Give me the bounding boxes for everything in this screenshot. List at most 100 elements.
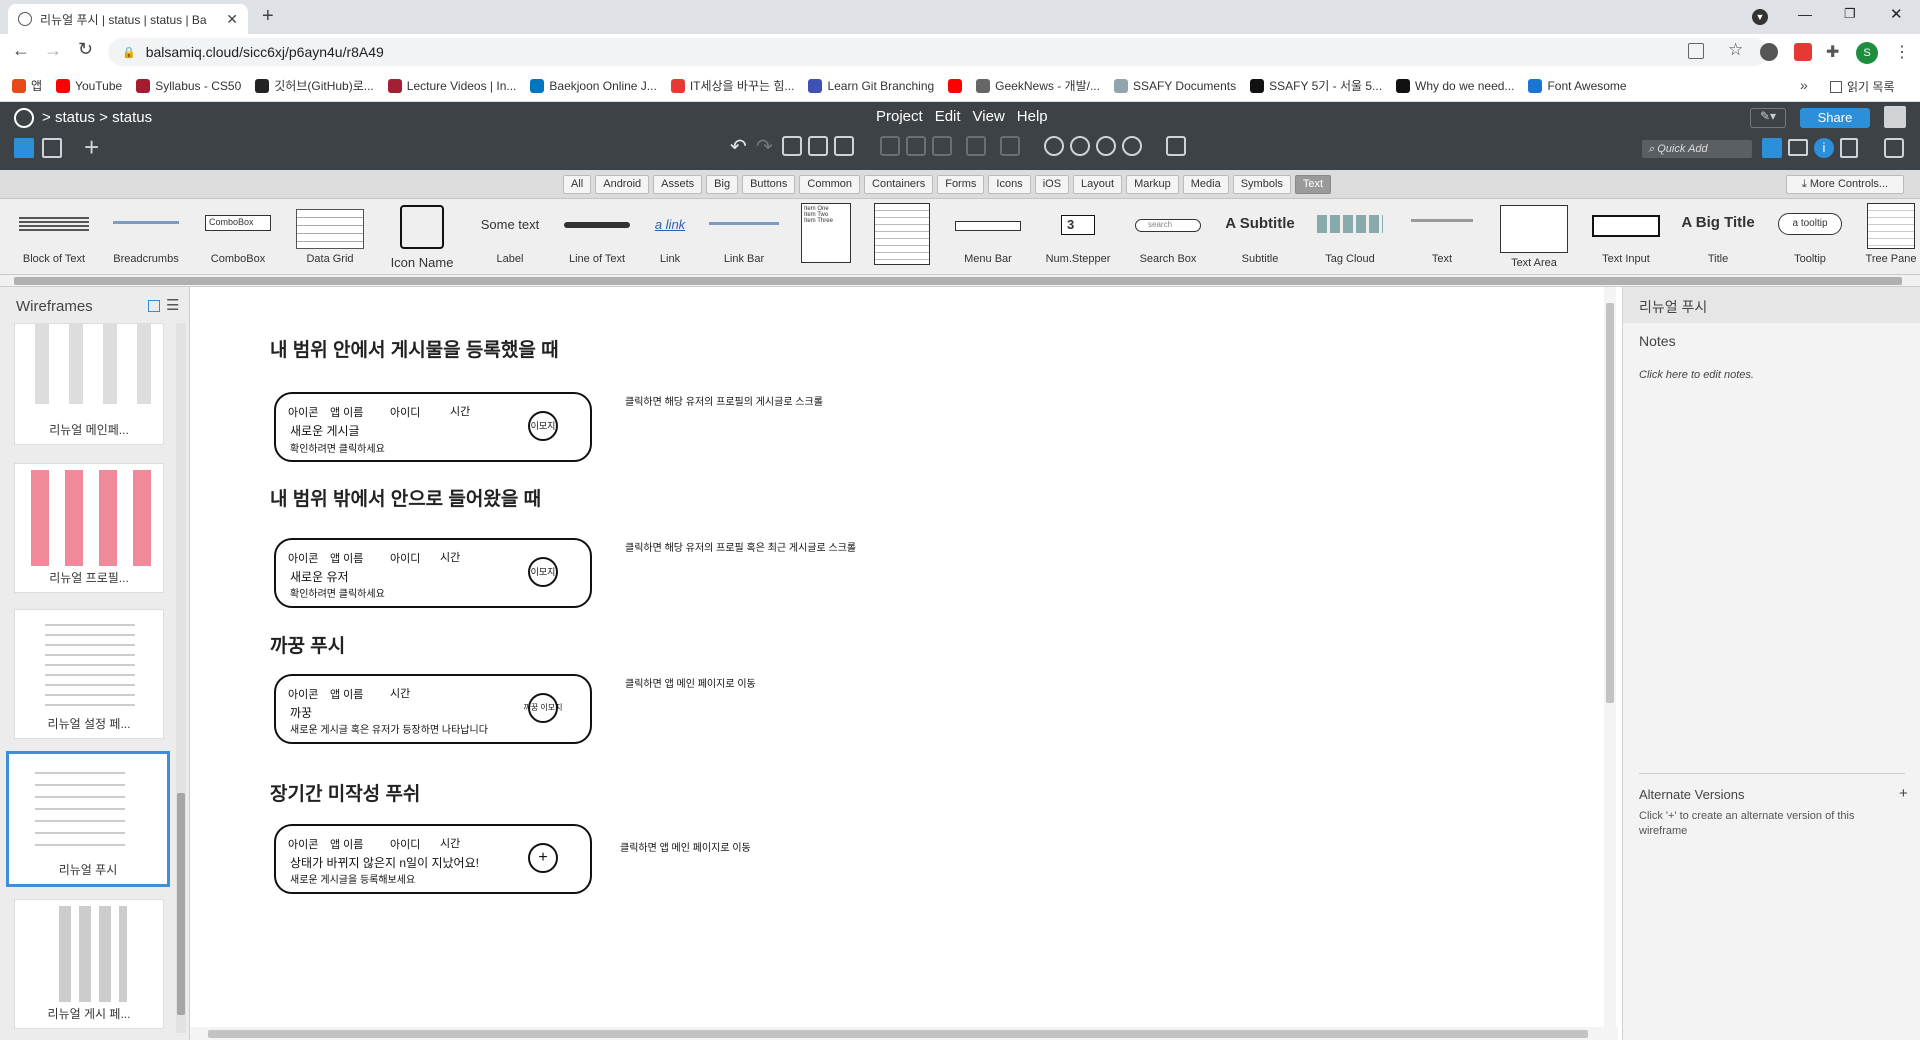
lib-search-box[interactable]: search Search Box	[1128, 199, 1208, 275]
quick-add-input[interactable]: ⌕ Quick Add	[1642, 140, 1752, 158]
grid-view-icon[interactable]	[42, 138, 62, 158]
wireframe-thumb-1[interactable]: 리뉴얼 메인페...	[14, 323, 164, 445]
bookmark-item[interactable]: 깃허브(GitHub)로...	[255, 77, 374, 94]
browser-tab[interactable]: 리뉴얼 푸시 | status | status | Ba ✕	[8, 4, 248, 34]
notes-icon[interactable]	[1840, 138, 1858, 158]
bookmark-item[interactable]: Font Awesome	[1528, 78, 1627, 93]
filter-containers[interactable]: Containers	[864, 175, 934, 194]
bookmark-item[interactable]: IT세상을 바꾸는 힘...	[670, 77, 794, 94]
delete-icon[interactable]	[1166, 136, 1186, 156]
bookmark-star-icon[interactable]: ☆	[1728, 40, 1743, 60]
menu-edit[interactable]: Edit	[935, 108, 961, 125]
filter-common[interactable]: Common	[799, 175, 861, 194]
panel-list-icon[interactable]: ☰	[166, 296, 179, 314]
panel-scroll-thumb[interactable]	[177, 793, 185, 1015]
filter-text[interactable]: Text	[1294, 175, 1332, 194]
bookmark-item[interactable]: Baekjoon Online J...	[530, 78, 657, 93]
lib-data-grid[interactable]: Data Grid	[290, 199, 370, 275]
group-icon[interactable]	[880, 136, 900, 156]
wireframe-thumb-4[interactable]: 리뉴얼 푸시	[6, 751, 170, 887]
bookmark-item[interactable]: GeekNews - 개발/...	[976, 77, 1100, 94]
push-notification-card[interactable]: 아이콘 앱 이름 아이디 시간 새로운 유저 확인하려면 클릭하세요 이모지	[274, 538, 592, 608]
canvas-vscroll-thumb[interactable]	[1606, 303, 1614, 703]
extension-globe-icon[interactable]	[1760, 43, 1778, 61]
filter-symbols[interactable]: Symbols	[1232, 175, 1291, 194]
share-button[interactable]: Share	[1800, 108, 1870, 128]
back-icon[interactable]: ←	[12, 40, 30, 61]
lib-combobox[interactable]: ComboBox ComboBox	[198, 199, 278, 275]
layout-icon[interactable]	[1762, 138, 1782, 158]
bookmark-item[interactable]: Learn Git Branching	[808, 78, 934, 93]
minimize-icon[interactable]: —	[1798, 6, 1812, 22]
address-bar[interactable]: 🔒 balsamiq.cloud/sicc6xj/p6ayn4u/r8A49 ☆	[108, 38, 1768, 66]
filter-markup[interactable]: Markup	[1126, 175, 1179, 194]
new-tab-icon[interactable]: +	[262, 5, 274, 28]
balsamiq-logo-icon[interactable]	[14, 108, 34, 128]
menu-project[interactable]: Project	[876, 108, 923, 125]
translate-icon[interactable]	[1688, 43, 1704, 59]
wireframe-thumb-3[interactable]: 리뉴얼 설정 페...	[14, 609, 164, 739]
push-notification-card[interactable]: 아이콘 앱 이름 아이디 시간 새로운 게시글 확인하려면 클릭하세요 이모지	[274, 392, 592, 462]
menu-view[interactable]: View	[973, 108, 1005, 125]
filter-buttons[interactable]: Buttons	[742, 175, 796, 194]
canvas[interactable]: 내 범위 안에서 게시물을 등록했을 때 아이콘 앱 이름 아이디 시간 새로운…	[190, 287, 1618, 1040]
wireframe-thumb-5[interactable]: 리뉴얼 게시 페...	[14, 899, 164, 1029]
filter-icons[interactable]: Icons	[988, 175, 1031, 194]
bookmark-item[interactable]: SSAFY 5기 - 서울 5...	[1250, 77, 1382, 94]
profile-dropdown-icon[interactable]: ▼	[1752, 9, 1768, 25]
clipboard-icon[interactable]	[834, 136, 854, 156]
lib-list[interactable]: Item One Item Two Item Three	[796, 199, 856, 275]
zoom-actual-icon[interactable]	[1096, 136, 1116, 156]
lib-menu-bar[interactable]: Menu Bar	[948, 199, 1028, 275]
wireframe-thumb-2[interactable]: 리뉴얼 프로필...	[14, 463, 164, 593]
comment-icon[interactable]	[1788, 139, 1808, 156]
filter-android[interactable]: Android	[595, 175, 650, 194]
filter-all[interactable]: All	[563, 175, 592, 194]
close-tab-icon[interactable]: ✕	[226, 11, 238, 28]
filter-layout[interactable]: Layout	[1073, 175, 1123, 194]
zoom-in-icon[interactable]	[1070, 136, 1090, 156]
reload-icon[interactable]: ↻	[78, 39, 93, 60]
breadcrumb-file[interactable]: status	[112, 109, 152, 126]
panel-scrollbar[interactable]	[176, 323, 186, 1033]
copy-icon[interactable]	[782, 136, 802, 156]
extension-badge-icon[interactable]	[1794, 43, 1812, 61]
avatar[interactable]: S	[1856, 42, 1878, 64]
reading-list[interactable]: 읽기 목록	[1830, 78, 1895, 95]
canvas-hscroll-thumb[interactable]	[208, 1030, 1588, 1038]
lib-line-of-text[interactable]: Line of Text	[557, 199, 637, 275]
lib-tooltip[interactable]: a tooltip Tooltip	[1770, 199, 1850, 275]
ungroup-icon[interactable]	[906, 136, 926, 156]
lib-subtitle[interactable]: A Subtitle Subtitle	[1218, 199, 1302, 275]
lib-icon-name[interactable]: Icon Name	[382, 199, 462, 275]
pen-dropdown[interactable]: ✎▾	[1750, 108, 1786, 128]
bookmark-item[interactable]: YouTube	[56, 78, 122, 93]
add-alternate-icon[interactable]: +	[1899, 785, 1908, 802]
canvas-vertical-scrollbar[interactable]	[1604, 287, 1616, 1027]
bring-front-icon[interactable]	[932, 136, 952, 156]
lib-link-bar[interactable]: Link Bar	[704, 199, 784, 275]
undo-icon[interactable]: ↶	[730, 134, 747, 159]
forward-icon[interactable]: →	[44, 40, 62, 61]
bookmarks-overflow-icon[interactable]: »	[1800, 77, 1808, 93]
library-scroll-thumb[interactable]	[14, 277, 1902, 285]
bookmark-item[interactable]: SSAFY Documents	[1113, 78, 1236, 93]
bookmark-item[interactable]: 앱	[12, 77, 42, 94]
breadcrumb-project[interactable]: status	[55, 109, 95, 126]
filter-ios[interactable]: iOS	[1034, 175, 1070, 194]
bookmark-item[interactable]: Syllabus - CS50	[136, 78, 241, 93]
lib-num-stepper[interactable]: 3 Num.Stepper	[1036, 199, 1120, 275]
extensions-puzzle-icon[interactable]: ✚	[1826, 42, 1839, 62]
push-notification-card[interactable]: 아이콘 앱 이름 시간 까꿍 새로운 게시글 혹은 유저가 등장하면 나타납니다…	[274, 674, 592, 744]
present-icon[interactable]	[1884, 138, 1904, 158]
lib-title[interactable]: A Big Title Title	[1678, 199, 1758, 275]
library-scrollbar[interactable]	[0, 275, 1920, 287]
lock-element-icon[interactable]	[1000, 136, 1020, 156]
single-view-icon[interactable]	[14, 138, 34, 158]
add-wireframe-icon[interactable]: +	[84, 132, 99, 163]
bookmark-item[interactable]: Lecture Videos | In...	[387, 78, 516, 93]
canvas-horizontal-scrollbar[interactable]	[190, 1027, 1618, 1040]
info-icon[interactable]: i	[1814, 138, 1834, 158]
paste-icon[interactable]	[808, 136, 828, 156]
bookmark-item[interactable]	[948, 78, 963, 93]
